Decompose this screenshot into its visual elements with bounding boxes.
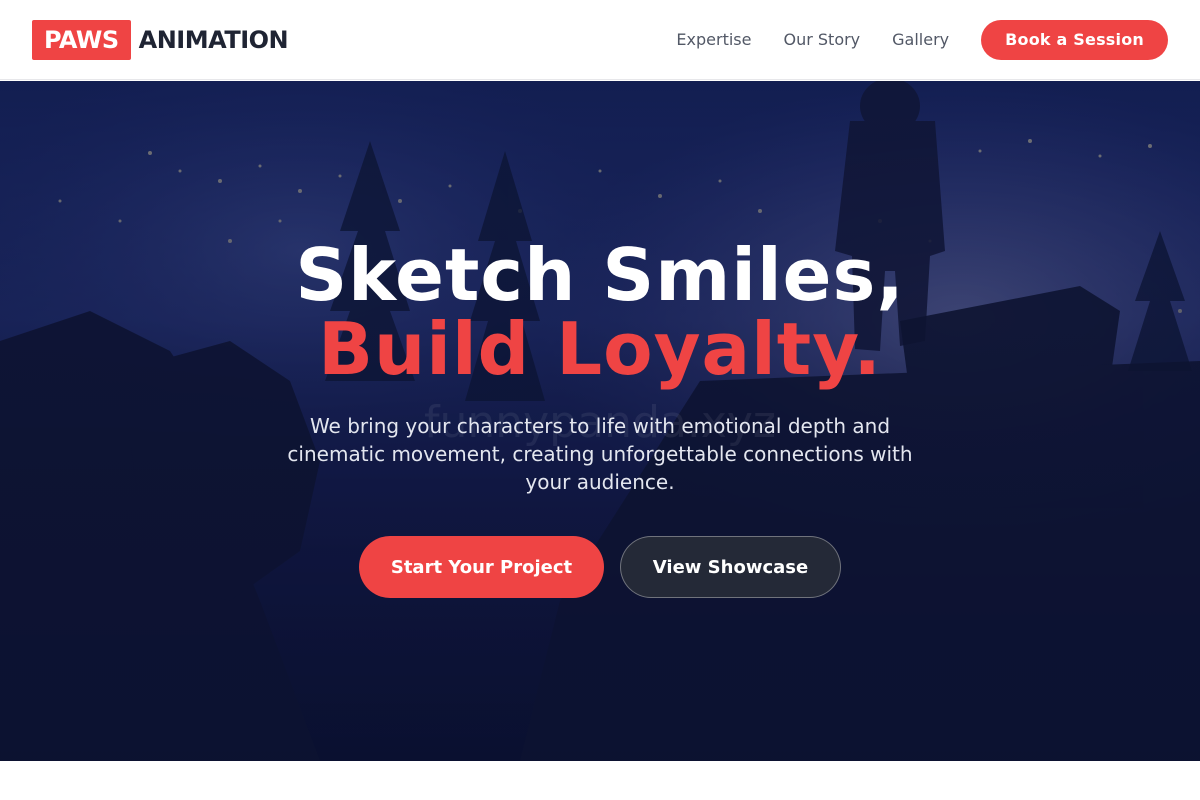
hero-content: funnypanda.xyz Sketch Smiles, Build Loya… [0, 81, 1200, 761]
hero-headline-accent: Build Loyalty. [318, 307, 882, 391]
brand-logo[interactable]: PAWS ANIMATION [32, 19, 289, 60]
nav-link-gallery[interactable]: Gallery [892, 30, 949, 49]
logo-wordmark: ANIMATION [138, 25, 289, 54]
start-project-button[interactable]: Start Your Project [359, 536, 604, 598]
main-nav: Expertise Our Story Gallery Book a Sessi… [676, 19, 1168, 60]
nav-link-expertise[interactable]: Expertise [676, 30, 751, 49]
hero-cta-group: Start Your Project View Showcase [0, 536, 1200, 598]
hero-section: funnypanda.xyz Sketch Smiles, Build Loya… [0, 81, 1200, 761]
hero-subtitle: We bring your characters to life with em… [287, 414, 913, 494]
book-session-button[interactable]: Book a Session [981, 19, 1168, 60]
view-showcase-button[interactable]: View Showcase [620, 536, 841, 598]
hero-headline: Sketch Smiles, [295, 233, 905, 317]
nav-link-our-story[interactable]: Our Story [783, 30, 860, 49]
logo-mark: PAWS [32, 19, 131, 60]
site-header: PAWS ANIMATION Expertise Our Story Galle… [0, 0, 1200, 80]
